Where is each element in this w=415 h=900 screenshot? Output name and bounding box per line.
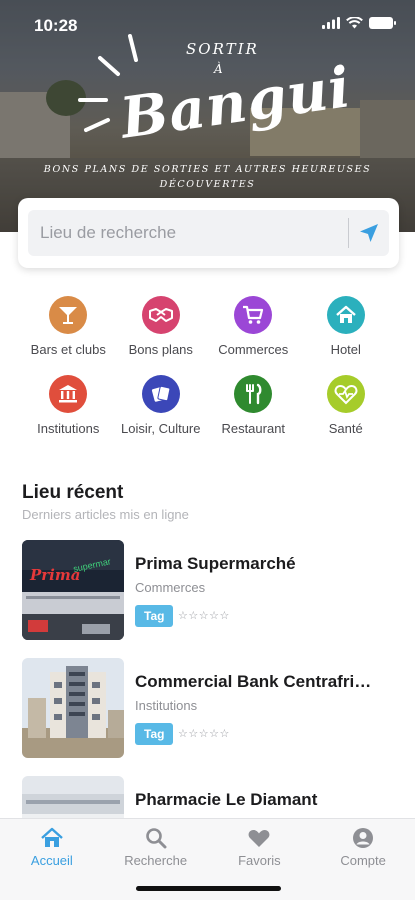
category-label: Institutions (37, 421, 100, 436)
utensils-icon (234, 375, 273, 413)
user-icon (353, 828, 374, 848)
heart-icon (248, 830, 270, 847)
tab-label: Recherche (124, 853, 188, 868)
category-commerces[interactable]: Commerces (207, 296, 300, 357)
status-time: 10:28 (34, 16, 78, 35)
bank-icon (49, 375, 88, 413)
category-label: Commerces (218, 342, 289, 357)
category-label: Loisir, Culture (121, 421, 201, 436)
item-title: Pharmacie Le Diamant (135, 790, 318, 809)
location-arrow-icon (360, 224, 378, 242)
category-grid: Bars et clubs Bons plans Commerces Hotel… (22, 296, 392, 436)
heart-pulse-icon (326, 375, 365, 413)
home-indicator (136, 886, 281, 891)
tab-compte[interactable]: Compte (311, 819, 415, 900)
section-title: Lieu récent (22, 482, 124, 503)
cart-icon (234, 296, 273, 334)
cocktail-icon (49, 296, 88, 334)
search-divider (348, 218, 349, 248)
category-label: Hotel (330, 342, 361, 357)
tab-accueil[interactable]: Accueil (0, 819, 104, 900)
tab-label: Compte (340, 853, 386, 868)
category-label: Bons plans (128, 342, 193, 357)
category-institutions[interactable]: Institutions (22, 375, 115, 436)
cards-icon (141, 375, 180, 413)
search-icon (145, 828, 167, 849)
home-icon (41, 827, 63, 847)
section-subtitle: Derniers articles mis en ligne (22, 507, 189, 522)
status-icons (322, 17, 396, 29)
search-field (28, 210, 389, 256)
tab-label: Accueil (30, 853, 73, 868)
hero-tagline: Bons plans de sorties et autres heureuse… (43, 164, 372, 190)
item-title: Prima Supermarché (135, 554, 296, 573)
rating-stars: ☆☆☆☆☆ (178, 728, 230, 740)
category-loisir-culture[interactable]: Loisir, Culture (115, 375, 208, 436)
item-category: Commerces (135, 580, 206, 595)
place-thumbnail (22, 658, 124, 758)
rating-stars: ☆☆☆☆☆ (178, 610, 230, 622)
tag-badge: Tag (135, 605, 174, 627)
tag-badge: Tag (135, 723, 174, 745)
handshake-icon (141, 296, 180, 334)
category-bons-plans[interactable]: Bons plans (115, 296, 208, 357)
app-logo: SORTIR À Bangui (0, 30, 415, 170)
category-label: Bars et clubs (30, 342, 106, 357)
locate-button[interactable] (355, 219, 383, 247)
list-item[interactable]: Prima supermar Prima Supermarché Commerc… (22, 540, 397, 658)
list-item[interactable]: Commercial Bank Centrafrique Institution… (22, 658, 397, 776)
category-hotel[interactable]: Hotel (300, 296, 393, 357)
tab-label: Favoris (238, 853, 281, 868)
status-bar: 10:28 (0, 0, 415, 44)
category-restaurant[interactable]: Restaurant (207, 375, 300, 436)
category-label: Restaurant (221, 421, 286, 436)
category-bars-et-clubs[interactable]: Bars et clubs (22, 296, 115, 357)
wifi-icon (346, 17, 363, 29)
item-title: Commercial Bank Centrafrique (135, 672, 380, 691)
search-card (18, 198, 399, 268)
home-icon (326, 296, 365, 334)
category-label: Santé (328, 421, 363, 436)
place-thumbnail: Prima supermar (22, 540, 124, 640)
search-input[interactable] (40, 223, 330, 243)
item-category: Institutions (135, 698, 198, 713)
signal-icon (322, 17, 340, 29)
category-sante[interactable]: Santé (300, 375, 393, 436)
battery-icon (369, 17, 396, 29)
